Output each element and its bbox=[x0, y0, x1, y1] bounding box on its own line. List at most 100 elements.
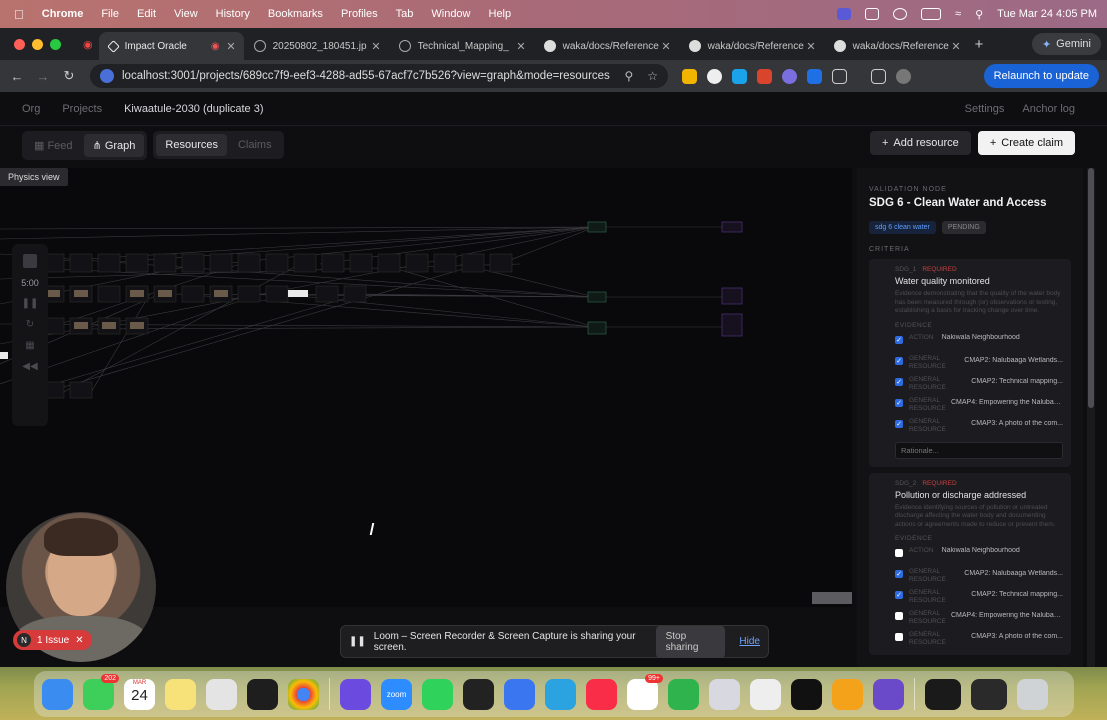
settings-link[interactable]: Settings bbox=[965, 103, 1005, 115]
panel-scrollbar[interactable] bbox=[1087, 168, 1095, 667]
battery-icon[interactable] bbox=[921, 8, 942, 20]
new-tab-icon[interactable]: + bbox=[975, 36, 984, 53]
breadcrumb-project[interactable]: Kiwaatule-2030 (duplicate 3) bbox=[124, 103, 263, 115]
menu-bookmarks[interactable]: Bookmarks bbox=[268, 8, 323, 20]
pages-icon[interactable] bbox=[832, 678, 863, 710]
reset-icon[interactable]: ↻ bbox=[26, 319, 34, 330]
site-info-icon[interactable] bbox=[100, 69, 114, 83]
minimized-window-2[interactable] bbox=[971, 678, 1007, 710]
notes-icon[interactable] bbox=[165, 678, 196, 710]
maximize-window-button[interactable] bbox=[50, 38, 61, 50]
obsidian-icon[interactable] bbox=[340, 678, 371, 710]
search-icon[interactable]: ⚲ bbox=[975, 8, 983, 21]
menu-profiles[interactable]: Profiles bbox=[341, 8, 378, 20]
adblock-icon[interactable] bbox=[757, 68, 772, 84]
tab-impact-oracle[interactable]: Impact Oracle ◉ ✕ bbox=[98, 32, 244, 60]
evidence-checkbox[interactable]: ✓ bbox=[895, 356, 903, 365]
profile-avatar-icon[interactable] bbox=[896, 68, 911, 84]
relaunch-button[interactable]: Relaunch to update bbox=[983, 64, 1099, 88]
stop-icon[interactable] bbox=[23, 254, 37, 268]
menu-view[interactable]: View bbox=[174, 8, 198, 20]
close-tab-icon[interactable]: ✕ bbox=[951, 40, 960, 53]
zoom-search-icon[interactable]: ⚲ bbox=[624, 69, 633, 83]
breadcrumb-projects[interactable]: Projects bbox=[62, 103, 102, 115]
evidence-checkbox[interactable]: ✓ bbox=[895, 591, 903, 599]
calendar-icon[interactable]: MAR 24 bbox=[124, 678, 155, 710]
numbers-icon[interactable] bbox=[668, 678, 699, 710]
close-tab-icon[interactable]: ✕ bbox=[516, 40, 525, 53]
menu-window[interactable]: Window bbox=[431, 8, 470, 20]
rewind-icon[interactable]: ◀◀ bbox=[22, 361, 37, 372]
notion-icon[interactable]: 99+ bbox=[627, 673, 663, 710]
textedit-icon[interactable] bbox=[750, 678, 781, 710]
close-tab-icon[interactable]: ✕ bbox=[226, 40, 235, 53]
disk-utility-icon[interactable] bbox=[709, 678, 740, 710]
wifi-icon[interactable]: ≈ bbox=[955, 8, 961, 20]
music-icon[interactable] bbox=[586, 678, 617, 710]
chrome-icon[interactable] bbox=[288, 678, 319, 710]
extension-blue-icon[interactable] bbox=[732, 68, 747, 84]
gemini-button[interactable]: ✦ Gemini bbox=[1031, 33, 1101, 55]
back-arrow-icon[interactable]: ← bbox=[4, 69, 30, 84]
evidence-checkbox[interactable]: ✓ bbox=[895, 570, 903, 578]
whatsapp-icon[interactable] bbox=[422, 678, 453, 710]
preview-icon[interactable] bbox=[206, 678, 237, 710]
close-icon[interactable]: ✕ bbox=[75, 635, 83, 646]
menu-help[interactable]: Help bbox=[489, 8, 512, 20]
moon-icon[interactable] bbox=[893, 8, 908, 20]
hide-link[interactable]: Hide bbox=[739, 636, 760, 647]
close-tab-icon[interactable]: ✕ bbox=[371, 40, 380, 53]
issue-badge[interactable]: N 1 Issue ✕ bbox=[13, 630, 92, 650]
tab-claims[interactable]: Claims bbox=[229, 134, 281, 156]
add-resource-button[interactable]: + Add resource bbox=[869, 131, 971, 155]
evidence-checkbox[interactable]: ✓ bbox=[895, 398, 903, 407]
tab-resources[interactable]: Resources bbox=[156, 134, 227, 156]
evidence-checkbox[interactable] bbox=[895, 549, 903, 557]
minimize-window-button[interactable] bbox=[32, 38, 43, 50]
breadcrumb-org[interactable]: Org bbox=[22, 103, 40, 115]
menubar-clock[interactable]: Tue Mar 24 4:05 PM bbox=[997, 8, 1097, 20]
evidence-checkbox[interactable]: ✓ bbox=[895, 419, 903, 428]
loom-app-icon[interactable] bbox=[873, 678, 904, 710]
menu-app-name[interactable]: Chrome bbox=[42, 8, 84, 20]
reload-icon[interactable]: ↻ bbox=[56, 68, 82, 84]
tab-github-3[interactable]: waka/docs/Reference ✕ bbox=[824, 32, 969, 60]
figma-icon[interactable] bbox=[247, 678, 278, 710]
screen-share-icon[interactable] bbox=[837, 8, 852, 20]
address-bar[interactable]: localhost:3001/projects/689cc7f9-eef3-42… bbox=[90, 64, 668, 88]
signal-icon[interactable] bbox=[504, 678, 535, 710]
extension-notes-icon[interactable] bbox=[682, 68, 697, 84]
create-claim-button[interactable]: + Create claim bbox=[977, 131, 1075, 155]
menu-tab[interactable]: Tab bbox=[396, 8, 414, 20]
tab-graph[interactable]: ⋔ Graph bbox=[83, 133, 145, 157]
url-text[interactable]: localhost:3001/projects/689cc7f9-eef3-42… bbox=[122, 70, 610, 82]
trash-icon[interactable] bbox=[1017, 678, 1048, 710]
stop-sharing-button[interactable]: Stop sharing bbox=[655, 625, 726, 658]
menu-file[interactable]: File bbox=[101, 8, 119, 20]
trash-icon[interactable]: ▦ bbox=[25, 340, 34, 351]
sidepanel-icon[interactable] bbox=[871, 68, 886, 84]
pause-icon[interactable]: ❚❚ bbox=[349, 636, 366, 647]
evidence-checkbox[interactable] bbox=[895, 633, 903, 641]
bookmark-star-icon[interactable]: ☆ bbox=[647, 69, 658, 83]
messages-icon[interactable]: 202 bbox=[83, 673, 119, 710]
extension-shield-icon[interactable] bbox=[807, 68, 822, 84]
tab-technical-mapping[interactable]: Technical_Mapping_ ✕ bbox=[389, 32, 534, 60]
tab-github-1[interactable]: waka/docs/Reference ✕ bbox=[534, 32, 679, 60]
terminal-icon[interactable] bbox=[791, 678, 822, 710]
apple-icon[interactable]:  bbox=[14, 7, 24, 22]
minimized-window-1[interactable] bbox=[925, 678, 961, 710]
evidence-checkbox[interactable]: ✓ bbox=[895, 377, 903, 386]
panel-scroll-thumb[interactable] bbox=[1088, 168, 1094, 408]
telegram-icon[interactable] bbox=[545, 678, 576, 710]
evidence-checkbox[interactable]: ✓ bbox=[895, 335, 903, 344]
forward-arrow-icon[interactable]: → bbox=[30, 69, 56, 84]
rationale-input[interactable]: Rationale... bbox=[895, 441, 1063, 459]
finder-icon[interactable] bbox=[42, 678, 73, 710]
tab-feed[interactable]: ▦ Feed bbox=[25, 134, 82, 157]
zoom-icon[interactable]: zoom bbox=[381, 678, 412, 710]
extension-purple-icon[interactable] bbox=[782, 68, 797, 84]
menu-edit[interactable]: Edit bbox=[137, 8, 156, 20]
loom-menu-icon[interactable] bbox=[865, 8, 880, 20]
anchor-log-link[interactable]: Anchor log bbox=[1022, 103, 1075, 115]
